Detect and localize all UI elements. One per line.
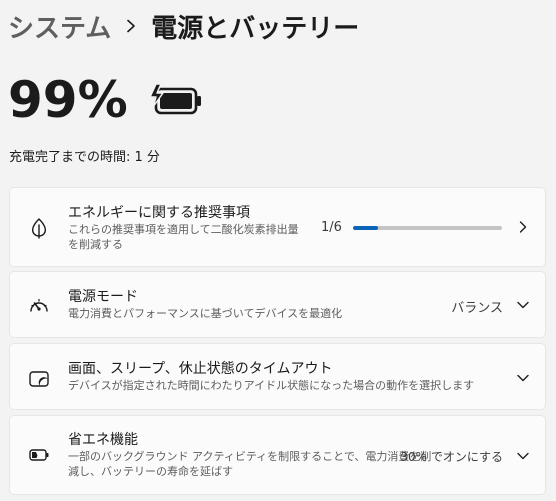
battery-saver-icon: [28, 444, 50, 466]
energy-recommendations-text: エネルギーに関する推奨事項 これらの推奨事項を適用して二酸化炭素排出量 を削減す…: [68, 204, 299, 252]
recommendations-progress-bar: [353, 226, 502, 230]
screen-sleep-card[interactable]: 画面、スリープ、休止状態のタイムアウト デバイスが指定された時間にわたりアイドル…: [9, 343, 546, 410]
battery-saver-title: 省エネ機能: [68, 432, 138, 448]
screen-sleep-title: 画面、スリープ、休止状態のタイムアウト: [68, 361, 333, 377]
chevron-down-icon[interactable]: [515, 370, 531, 386]
energy-recommendations-subtitle-2: を削減する: [68, 238, 123, 251]
chevron-right-icon: [515, 219, 531, 235]
battery-saver-threshold-value[interactable]: 30% でオンにする: [400, 448, 503, 465]
battery-charging-icon: [148, 83, 204, 119]
chevron-down-icon[interactable]: [515, 297, 531, 313]
gauge-icon: [28, 294, 50, 316]
power-mode-card[interactable]: 電源モード 電力消費とパフォーマンスに基づいてデバイスを最適化 バランス: [9, 271, 546, 338]
screen-sleep-subtitle: デバイスが指定された時間にわたりアイドル状態になった場合の動作を選択します: [68, 379, 475, 392]
recommendations-progress-count: 1/6: [321, 220, 342, 235]
battery-saver-text: 省エネ機能 一部のバックグラウンド アクティビティを制限することで、電力消費を削…: [68, 431, 431, 479]
chevron-down-icon[interactable]: [515, 448, 531, 464]
power-mode-title: 電源モード: [68, 289, 138, 305]
screen-sleep-text: 画面、スリープ、休止状態のタイムアウト デバイスが指定された時間にわたりアイドル…: [68, 360, 474, 393]
battery-status: 99%: [8, 70, 204, 130]
breadcrumb-system-link[interactable]: システム: [8, 8, 111, 45]
battery-saver-card[interactable]: 省エネ機能 一部のバックグラウンド アクティビティを制限することで、電力消費を削…: [9, 415, 546, 495]
power-mode-subtitle: 電力消費とパフォーマンスに基づいてデバイスを最適化: [68, 307, 343, 320]
leaf-icon: [28, 217, 50, 239]
battery-saver-subtitle-2: 減し、バッテリーの寿命を延ばす: [68, 465, 233, 478]
breadcrumb: システム 電源とバッテリー: [8, 6, 359, 46]
recommendations-progress-fill: [353, 226, 378, 230]
energy-recommendations-subtitle-1: これらの推奨事項を適用して二酸化炭素排出量: [68, 223, 299, 236]
battery-saver-subtitle-1: 一部のバックグラウンド アクティビティを制限することで、電力消費を削: [68, 450, 432, 463]
charge-time-text: 充電完了までの時間: 1 分: [9, 150, 160, 165]
power-mode-text: 電源モード 電力消費とパフォーマンスに基づいてデバイスを最適化: [68, 288, 342, 321]
page-title: 電源とバッテリー: [151, 13, 360, 44]
energy-recommendations-title: エネルギーに関する推奨事項: [68, 205, 250, 221]
chevron-right-icon: [111, 6, 151, 46]
screen-sleep-icon: [28, 368, 50, 390]
power-mode-dropdown-value[interactable]: バランス: [451, 297, 503, 316]
energy-recommendations-card[interactable]: エネルギーに関する推奨事項 これらの推奨事項を適用して二酸化炭素排出量 を削減す…: [9, 187, 546, 267]
battery-percent: 99%: [8, 71, 128, 129]
